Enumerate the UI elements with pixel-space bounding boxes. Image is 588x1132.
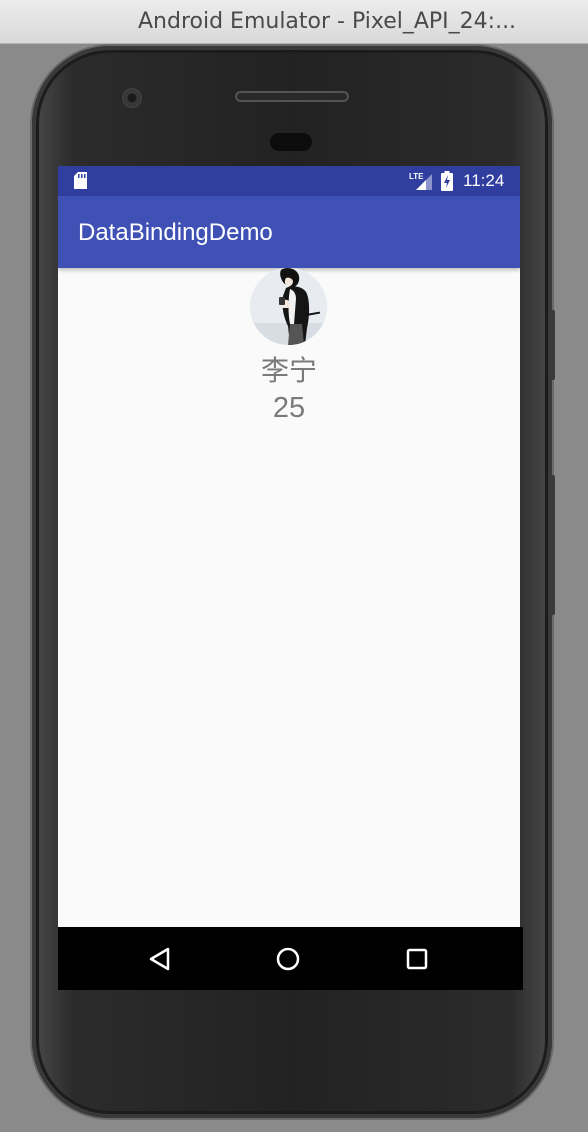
battery-charging-icon <box>441 171 453 191</box>
user-age: 25 <box>272 392 306 424</box>
recents-square-icon[interactable] <box>399 941 435 977</box>
avatar-image <box>250 268 327 345</box>
back-triangle-icon[interactable] <box>142 941 178 977</box>
sd-card-icon <box>74 172 87 189</box>
device-screen: LTE 11:24 DataBindingDemo 李宁 25 <box>58 166 520 927</box>
front-camera-icon <box>122 88 142 108</box>
window-title: Android Emulator - Pixel_API_24:... <box>138 9 517 34</box>
app-toolbar: DataBindingDemo <box>58 196 520 268</box>
main-content: 李宁 25 <box>58 268 520 927</box>
status-bar: LTE 11:24 <box>58 166 520 196</box>
user-name: 李宁 <box>260 354 317 387</box>
lte-signal-icon: LTE <box>409 172 432 190</box>
volume-button[interactable] <box>549 475 555 615</box>
earpiece-speaker <box>235 91 349 102</box>
avatar <box>250 268 327 345</box>
power-button[interactable] <box>549 310 555 380</box>
app-title: DataBindingDemo <box>78 219 273 246</box>
proximity-sensor <box>270 133 312 151</box>
navigation-bar <box>58 927 523 990</box>
status-clock: 11:24 <box>463 171 505 190</box>
network-label: LTE <box>409 172 424 181</box>
window-titlebar: Android Emulator - Pixel_API_24:... <box>0 0 588 44</box>
home-circle-icon[interactable] <box>270 941 306 977</box>
